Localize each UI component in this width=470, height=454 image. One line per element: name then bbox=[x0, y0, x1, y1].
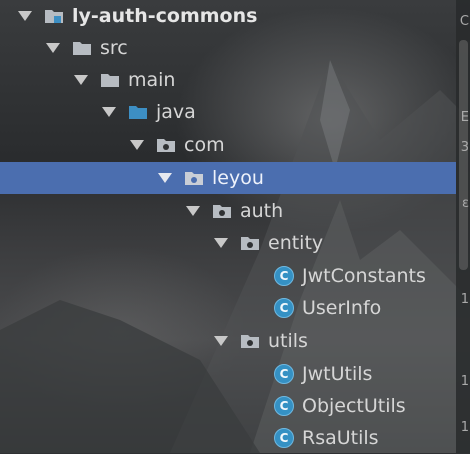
tree-row-leyou[interactable]: leyou bbox=[0, 162, 456, 194]
edge-char: ε bbox=[461, 196, 469, 211]
edge-char: 1 bbox=[460, 420, 469, 435]
chevron-down-icon[interactable] bbox=[156, 169, 174, 187]
class-icon: C bbox=[274, 266, 294, 286]
tree-row-src[interactable]: src bbox=[0, 32, 456, 64]
edge-char: 1 bbox=[460, 292, 469, 307]
project-tree: ly-auth-commons src main java com leyou … bbox=[0, 0, 456, 453]
tree-row-entity[interactable]: entity bbox=[0, 227, 456, 259]
edge-char: C bbox=[459, 14, 469, 29]
rsautils-label: RsaUtils bbox=[302, 427, 379, 449]
chevron-down-icon[interactable] bbox=[212, 234, 230, 252]
objectutils-label: ObjectUtils bbox=[302, 395, 406, 417]
class-icon: C bbox=[274, 364, 294, 384]
folder-icon bbox=[100, 71, 120, 89]
chevron-down-icon[interactable] bbox=[16, 7, 34, 25]
chevron-down-icon[interactable] bbox=[44, 39, 62, 57]
com-label: com bbox=[184, 134, 225, 156]
userinfo-label: UserInfo bbox=[302, 297, 382, 319]
package-icon bbox=[156, 136, 176, 154]
package-icon bbox=[184, 169, 204, 187]
entity-label: entity bbox=[268, 232, 324, 254]
tree-row-rsautils[interactable]: C RsaUtils bbox=[0, 422, 456, 454]
edge-char: 3 bbox=[460, 140, 469, 155]
class-icon: C bbox=[274, 396, 294, 416]
edge-char: E bbox=[460, 110, 469, 125]
tree-row-com[interactable]: com bbox=[0, 129, 456, 161]
package-icon bbox=[212, 202, 232, 220]
class-icon: C bbox=[274, 428, 294, 448]
auth-label: auth bbox=[240, 200, 284, 222]
tree-row-userinfo[interactable]: C UserInfo bbox=[0, 292, 456, 324]
utils-label: utils bbox=[268, 330, 308, 352]
folder-icon bbox=[72, 39, 92, 57]
class-icon: C bbox=[274, 298, 294, 318]
jwtutils-label: JwtUtils bbox=[302, 363, 373, 385]
tree-row-auth[interactable]: auth bbox=[0, 195, 456, 227]
tree-row-java[interactable]: java bbox=[0, 96, 456, 128]
chevron-down-icon[interactable] bbox=[72, 71, 90, 89]
leyou-label: leyou bbox=[212, 167, 264, 189]
chevron-down-icon[interactable] bbox=[212, 332, 230, 350]
tree-row-objectutils[interactable]: C ObjectUtils bbox=[0, 390, 456, 422]
tree-row-project[interactable]: ly-auth-commons bbox=[0, 0, 456, 32]
project-label: ly-auth-commons bbox=[72, 5, 258, 27]
jwtconstants-label: JwtConstants bbox=[302, 265, 426, 287]
edge-char: 1 bbox=[460, 374, 469, 389]
vertical-scrollbar[interactable] bbox=[459, 40, 468, 270]
editor-edge: C E 3 ε 1 1 1 bbox=[456, 0, 470, 453]
java-label: java bbox=[156, 101, 196, 123]
chevron-down-icon[interactable] bbox=[184, 202, 202, 220]
source-folder-icon bbox=[128, 103, 148, 121]
module-folder-icon bbox=[44, 7, 64, 25]
package-icon bbox=[240, 332, 260, 350]
tree-row-main[interactable]: main bbox=[0, 64, 456, 96]
main-label: main bbox=[128, 69, 176, 91]
tree-row-jwtconstants[interactable]: C JwtConstants bbox=[0, 260, 456, 292]
chevron-down-icon[interactable] bbox=[100, 103, 118, 121]
src-label: src bbox=[100, 37, 128, 59]
tree-row-utils[interactable]: utils bbox=[0, 325, 456, 357]
tree-row-jwtutils[interactable]: C JwtUtils bbox=[0, 358, 456, 390]
package-icon bbox=[240, 234, 260, 252]
chevron-down-icon[interactable] bbox=[128, 136, 146, 154]
